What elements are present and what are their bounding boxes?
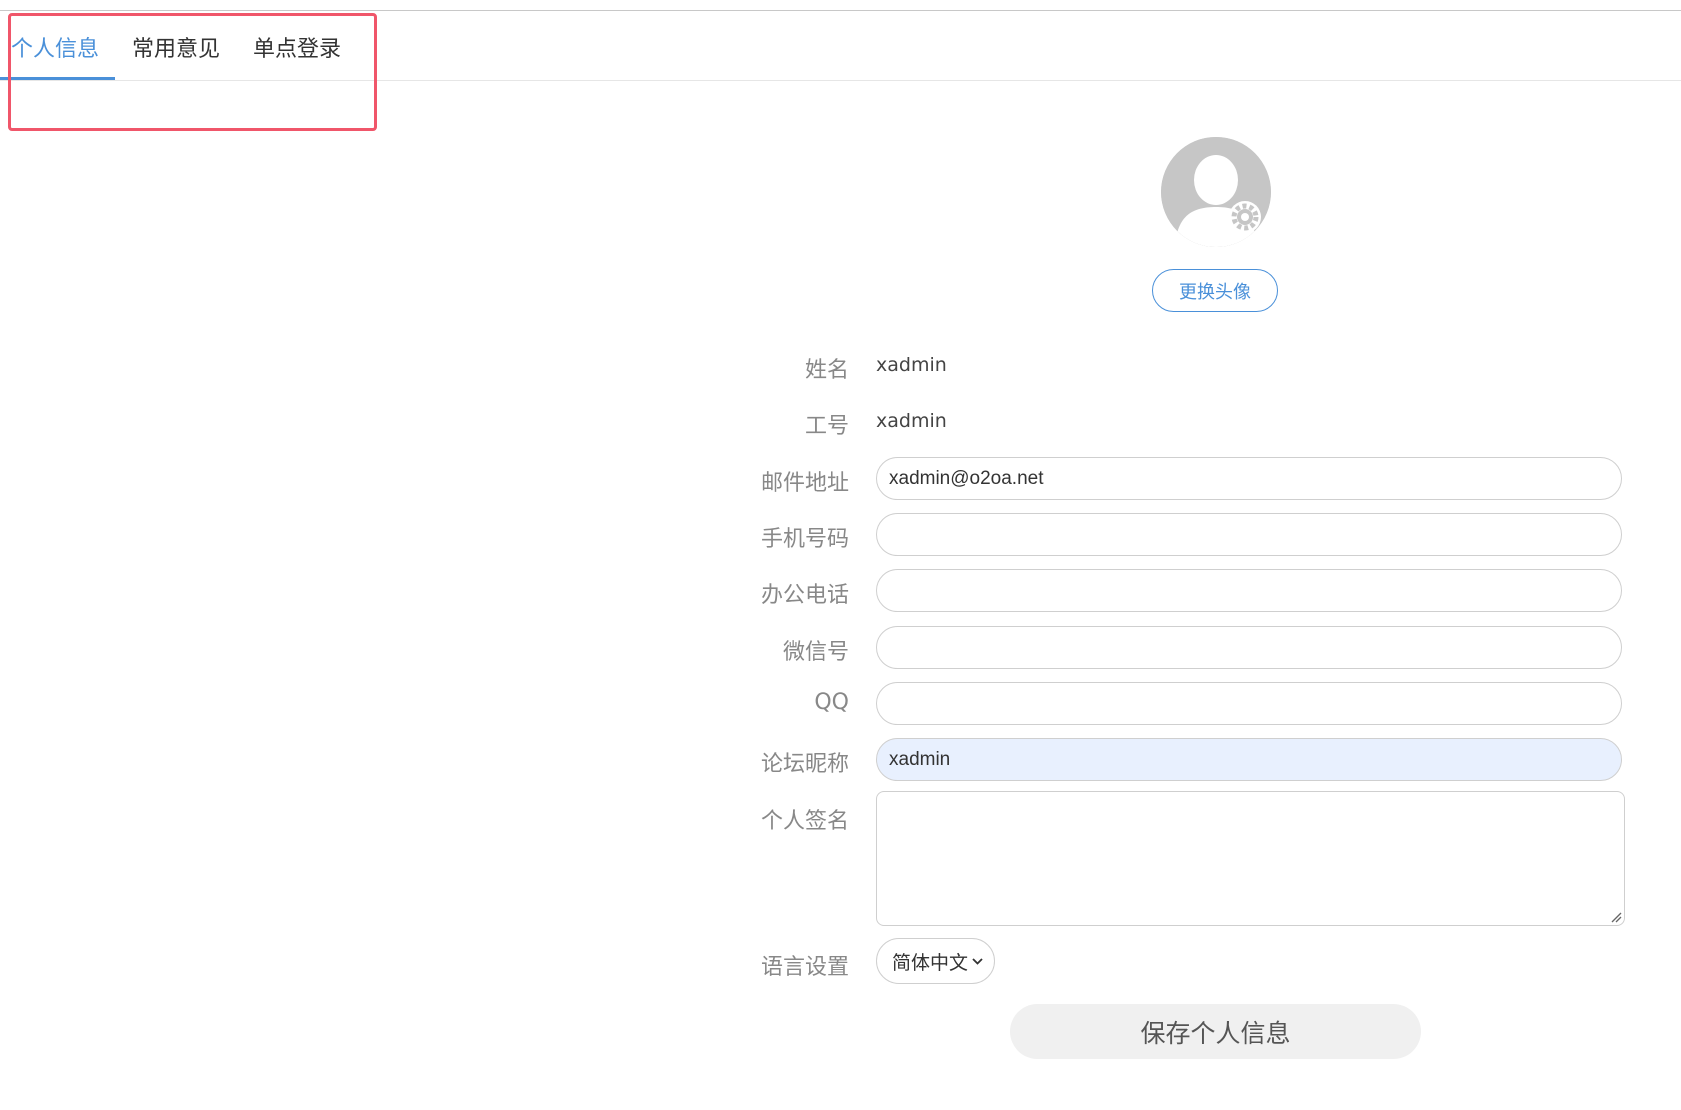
forum-nickname-label: 论坛昵称 xyxy=(760,752,849,777)
language-label: 语言设置 xyxy=(760,955,849,980)
forum-nickname-field[interactable]: xadmin xyxy=(876,738,1622,781)
language-select[interactable]: 简体中文 xyxy=(876,938,995,984)
wechat-label: 微信号 xyxy=(782,640,849,665)
office-phone-field[interactable] xyxy=(876,569,1622,612)
mobile-label: 手机号码 xyxy=(760,527,849,552)
chevron-down-icon xyxy=(972,957,983,965)
mobile-field[interactable] xyxy=(876,513,1622,556)
office-phone-label: 办公电话 xyxy=(760,583,849,608)
signature-label: 个人签名 xyxy=(760,809,849,834)
name-value: xadmin xyxy=(876,354,947,376)
user-avatar-icon[interactable] xyxy=(1161,137,1271,247)
resize-grip-icon[interactable] xyxy=(1610,911,1622,923)
email-label: 邮件地址 xyxy=(760,471,849,496)
employee-id-label: 工号 xyxy=(804,414,849,439)
name-label: 姓名 xyxy=(804,358,849,383)
wechat-field[interactable] xyxy=(876,626,1622,669)
qq-field[interactable] xyxy=(876,682,1622,725)
save-personal-info-button[interactable]: 保存个人信息 xyxy=(1010,1004,1421,1059)
email-field[interactable]: xadmin@o2oa.net xyxy=(876,457,1622,500)
language-select-value: 简体中文 xyxy=(892,951,969,974)
signature-textarea[interactable] xyxy=(876,791,1625,926)
annotation-highlight-box xyxy=(8,13,377,131)
change-avatar-button[interactable]: 更换头像 xyxy=(1152,269,1278,312)
employee-id-value: xadmin xyxy=(876,410,947,432)
qq-label: QQ xyxy=(814,690,849,715)
